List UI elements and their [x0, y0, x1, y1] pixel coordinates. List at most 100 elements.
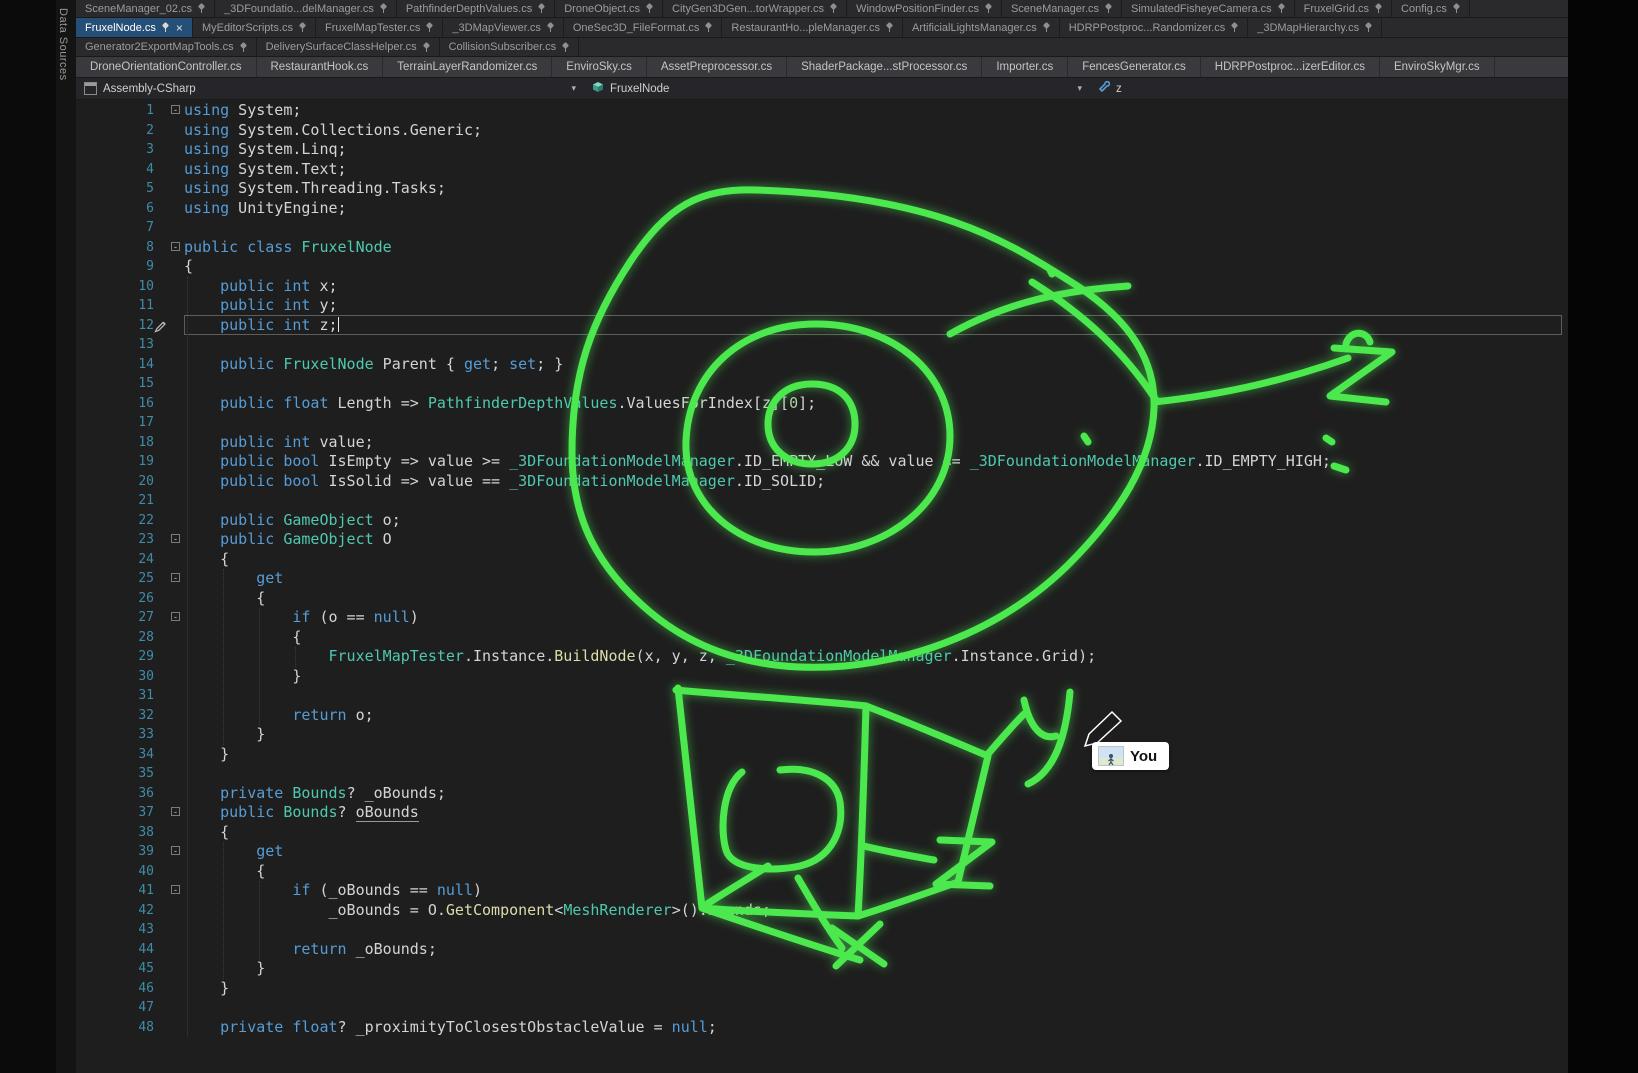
code-text[interactable] [184, 413, 1568, 433]
code-text[interactable]: public FruxelNode Parent { get; set; } [184, 355, 1568, 375]
code-text[interactable]: public GameObject O [184, 530, 1568, 550]
code-text[interactable] [184, 374, 1568, 394]
code-text[interactable]: public int z; [184, 316, 1568, 336]
pin-icon[interactable] [1104, 3, 1112, 14]
fold-collapse-icon[interactable]: - [171, 846, 180, 855]
pin-icon[interactable] [1374, 3, 1382, 14]
document-tab[interactable]: OneSec3D_FileFormat.cs [564, 18, 723, 37]
pin-icon[interactable] [161, 22, 169, 33]
pin-icon[interactable] [829, 3, 837, 14]
code-text[interactable]: get [184, 842, 1568, 862]
data-sources-side-tab[interactable]: Data Sources [57, 8, 69, 81]
pin-icon[interactable] [1364, 22, 1372, 33]
document-tab[interactable]: _3DMapHierarchy.cs [1248, 18, 1382, 37]
pin-icon[interactable] [1230, 22, 1238, 33]
code-text[interactable]: public GameObject o; [184, 511, 1568, 531]
code-text[interactable]: _oBounds = O.GetComponent<MeshRenderer>(… [184, 901, 1568, 921]
document-tab[interactable]: FruxelNode.cs× [76, 18, 193, 37]
member-dropdown[interactable]: z [1090, 78, 1568, 99]
fold-collapse-icon[interactable]: - [171, 534, 180, 543]
code-text[interactable]: private Bounds? _oBounds; [184, 784, 1568, 804]
document-tab[interactable]: WindowPositionFinder.cs [847, 0, 1002, 17]
document-tab[interactable]: HDRPPostproc...Randomizer.cs [1060, 18, 1249, 37]
pin-icon[interactable] [1042, 22, 1050, 33]
code-text[interactable]: using UnityEngine; [184, 199, 1568, 219]
document-tab[interactable]: CollisionSubscriber.cs [440, 38, 580, 56]
chevron-down-icon[interactable]: ▾ [571, 83, 576, 94]
code-text[interactable]: private float? _proximityToClosestObstac… [184, 1018, 1568, 1038]
close-icon[interactable]: × [176, 22, 183, 34]
document-tab[interactable]: Generator2ExportMapTools.cs [76, 38, 257, 56]
document-tab[interactable]: _3DMapViewer.cs [443, 18, 563, 37]
document-tab[interactable]: FruxelMapTester.cs [316, 18, 443, 37]
pin-icon[interactable] [1277, 3, 1285, 14]
document-tab[interactable]: EnviroSky.cs [552, 57, 647, 77]
code-text[interactable]: using System.Text; [184, 160, 1568, 180]
code-text[interactable] [184, 920, 1568, 940]
pin-icon[interactable] [645, 3, 653, 14]
pin-icon[interactable] [984, 3, 992, 14]
document-tab[interactable]: MyEditorScripts.cs [193, 18, 316, 37]
code-text[interactable]: if (o == null) [184, 608, 1568, 628]
type-dropdown[interactable]: FruxelNode ▾ [584, 78, 1090, 99]
document-tab[interactable]: SimulatedFisheyeCamera.cs [1122, 0, 1295, 17]
pin-icon[interactable] [537, 3, 545, 14]
pin-icon[interactable] [379, 3, 387, 14]
document-tab[interactable]: RestaurantHook.cs [257, 57, 384, 77]
fold-collapse-icon[interactable]: - [171, 105, 180, 114]
code-text[interactable] [184, 686, 1568, 706]
document-tab[interactable]: SceneManager_02.cs [76, 0, 215, 17]
document-tab[interactable]: PathfinderDepthValues.cs [397, 0, 555, 17]
code-text[interactable]: public class FruxelNode [184, 238, 1568, 258]
document-tab[interactable]: AssetPreprocessor.cs [647, 57, 787, 77]
code-text[interactable]: { [184, 628, 1568, 648]
pin-icon[interactable] [1452, 3, 1460, 14]
code-text[interactable]: } [184, 667, 1568, 687]
document-tab[interactable]: DroneObject.cs [555, 0, 663, 17]
code-text[interactable]: { [184, 862, 1568, 882]
code-text[interactable]: } [184, 745, 1568, 765]
code-text[interactable] [184, 764, 1568, 784]
pin-icon[interactable] [425, 22, 433, 33]
code-text[interactable] [184, 218, 1568, 238]
pin-icon[interactable] [885, 22, 893, 33]
pin-icon[interactable] [561, 42, 569, 53]
document-tab[interactable]: CityGen3DGen...torWrapper.cs [663, 0, 847, 17]
code-text[interactable]: } [184, 725, 1568, 745]
code-text[interactable]: public float Length => PathfinderDepthVa… [184, 394, 1568, 414]
pin-icon[interactable] [239, 42, 247, 53]
fold-collapse-icon[interactable]: - [171, 242, 180, 251]
document-tab[interactable]: FencesGenerator.cs [1068, 57, 1201, 77]
code-text[interactable]: using System.Linq; [184, 140, 1568, 160]
document-tab[interactable]: SceneManager.cs [1002, 0, 1122, 17]
code-text[interactable]: { [184, 589, 1568, 609]
code-text[interactable]: public Bounds? oBounds [184, 803, 1568, 823]
document-tab[interactable]: FruxelGrid.cs [1295, 0, 1392, 17]
code-text[interactable]: { [184, 257, 1568, 277]
code-text[interactable]: public bool IsSolid => value == _3DFound… [184, 472, 1568, 492]
code-text[interactable] [184, 491, 1568, 511]
project-dropdown[interactable]: Assembly-CSharp ▾ [76, 78, 584, 99]
document-tab[interactable]: DroneOrientationController.cs [76, 57, 257, 77]
chevron-down-icon[interactable]: ▾ [1077, 83, 1082, 94]
document-tab[interactable]: _3DFoundatio...delManager.cs [215, 0, 397, 17]
fold-collapse-icon[interactable]: - [171, 807, 180, 816]
code-text[interactable]: return _oBounds; [184, 940, 1568, 960]
document-tab[interactable]: TerrainLayerRandomizer.cs [383, 57, 552, 77]
code-text[interactable]: public int value; [184, 433, 1568, 453]
pin-icon[interactable] [298, 22, 306, 33]
code-text[interactable]: } [184, 959, 1568, 979]
document-tab[interactable]: ShaderPackage...stProcessor.cs [787, 57, 982, 77]
document-tab[interactable]: RestaurantHo...pleManager.cs [722, 18, 903, 37]
code-text[interactable] [184, 998, 1568, 1018]
document-tab[interactable]: HDRPPostproc...izerEditor.cs [1201, 57, 1380, 77]
code-text[interactable]: FruxelMapTester.Instance.BuildNode(x, y,… [184, 647, 1568, 667]
document-tab[interactable]: EnviroSkyMgr.cs [1380, 57, 1495, 77]
code-text[interactable]: if (_oBounds == null) [184, 881, 1568, 901]
code-editor[interactable]: 1-using System;2using System.Collections… [76, 100, 1568, 1073]
fold-collapse-icon[interactable]: - [171, 573, 180, 582]
fold-collapse-icon[interactable]: - [171, 885, 180, 894]
code-text[interactable]: public int y; [184, 296, 1568, 316]
document-tab[interactable]: Config.cs [1392, 0, 1470, 17]
pin-icon[interactable] [197, 3, 205, 14]
